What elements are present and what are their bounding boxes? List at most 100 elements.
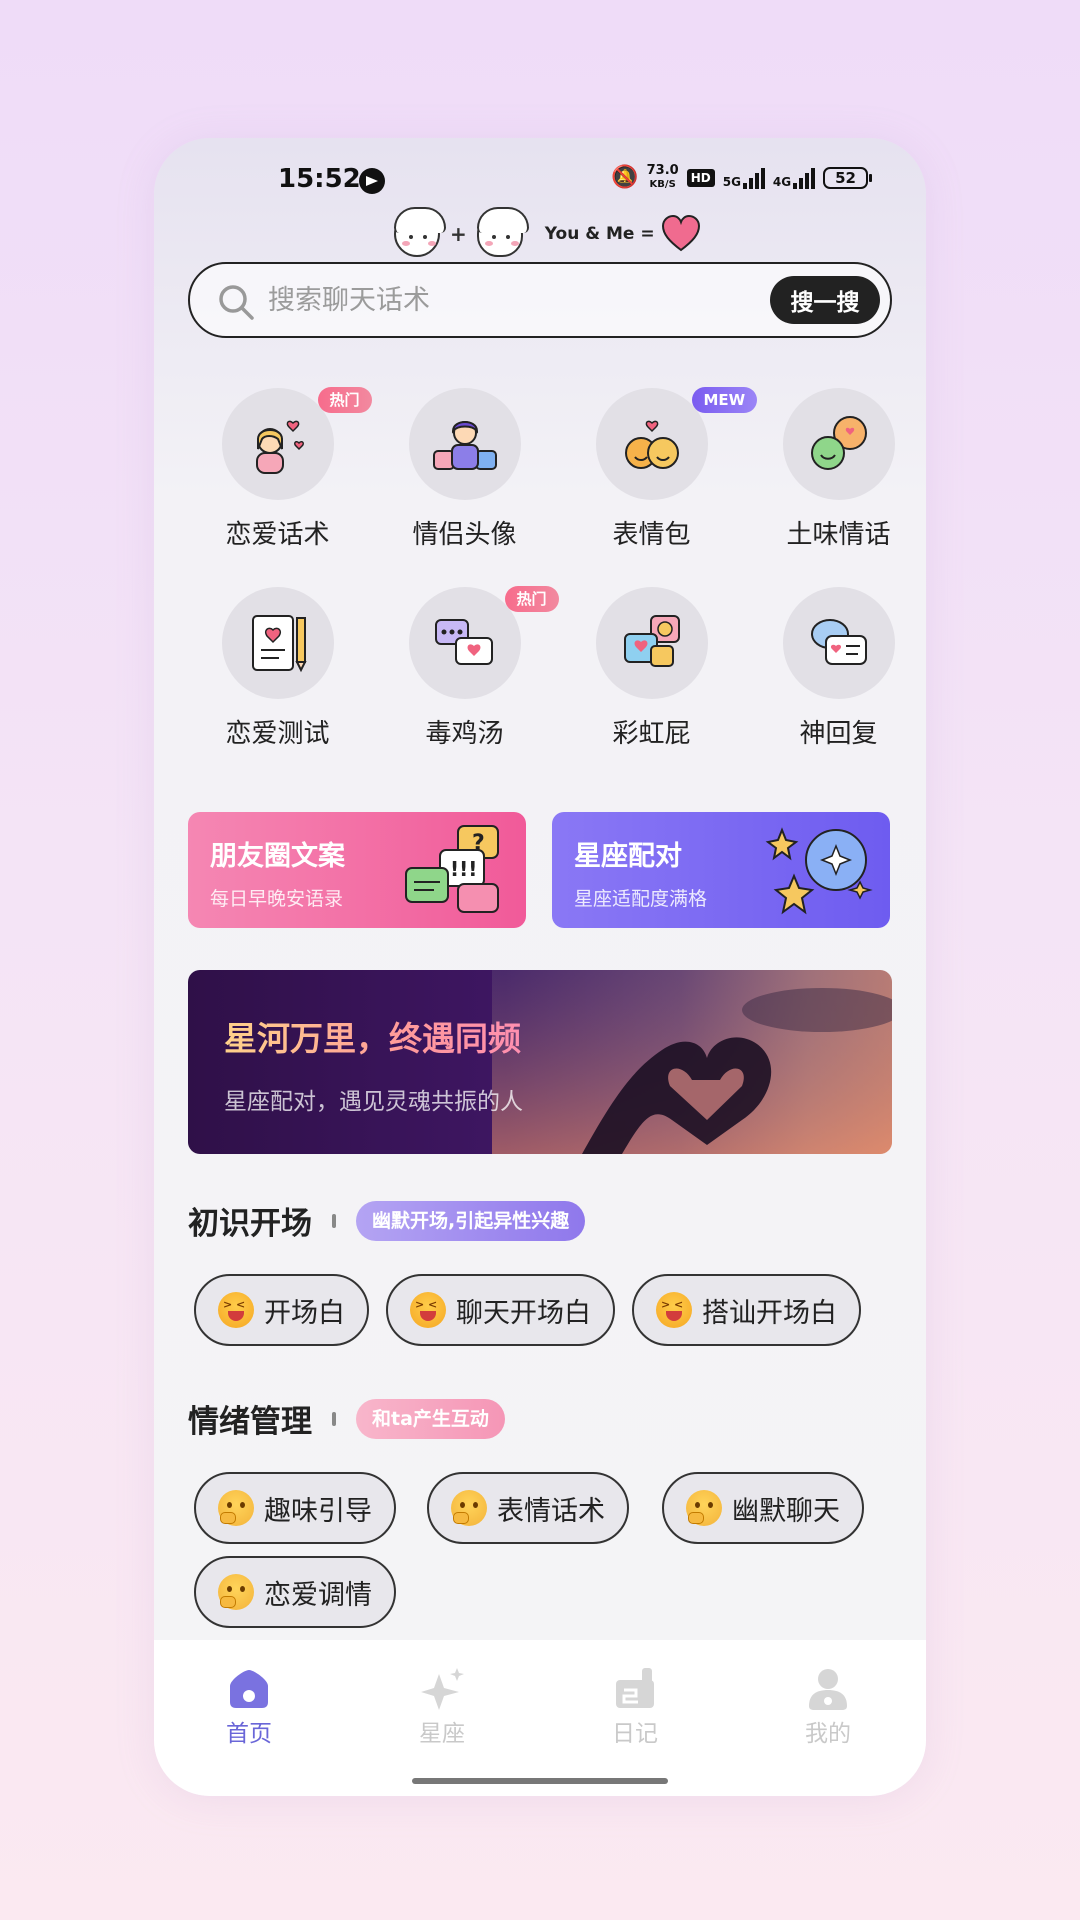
chip-opening-line[interactable]: 开场白 [194, 1274, 369, 1346]
category-grid: 热门 恋爱话术 情侣头像 MEW 表情包 土味情话 恋爱测试 热门 毒鸡汤 彩虹… [184, 387, 926, 750]
telegram-icon [359, 168, 385, 194]
chip-label: 幽默聊天 [732, 1495, 840, 1527]
banner-subtitle: 星座适配度满格 [574, 888, 708, 910]
diary-icon [616, 1668, 654, 1708]
section-divider [332, 1411, 336, 1426]
signal-4g-label: 4G [772, 174, 792, 189]
chip-label: 趣味引导 [264, 1495, 372, 1527]
category-flattery[interactable]: 彩虹屁 [558, 587, 745, 750]
home-indicator[interactable] [412, 1778, 668, 1784]
chip-label: 开场白 [264, 1297, 345, 1329]
tab-zodiac[interactable]: 星座 [382, 1666, 502, 1748]
hero-banner[interactable]: 星河万里，终遇同频 星座配对，遇见灵魂共振的人 [188, 970, 892, 1154]
category-label: 神回复 [799, 719, 878, 749]
tab-label: 首页 [226, 1721, 272, 1747]
section-header-emotion: 情绪管理 和ta产生互动 [188, 1396, 505, 1441]
moments-copy-banner[interactable]: 朋友圈文案 每日早晚安语录 ? !!! [188, 812, 526, 928]
message-heart-icon [434, 619, 493, 665]
chip-chat-opening[interactable]: 聊天开场白 [386, 1274, 615, 1346]
section-header-opening: 初识开场 幽默开场,引起异性兴趣 [188, 1198, 586, 1243]
tab-profile[interactable]: 我的 [768, 1666, 888, 1748]
net-speed-unit: KB/S [649, 179, 676, 190]
zodiac-match-banner[interactable]: 星座配对 星座适配度满格 [552, 812, 890, 928]
tab-diary[interactable]: 日记 [575, 1666, 695, 1748]
search-bar: 搜一搜 [188, 262, 892, 338]
heart-hands-image [492, 970, 892, 1154]
category-label: 情侣头像 [412, 520, 517, 550]
hero-subtitle: 星座配对，遇见灵魂共振的人 [224, 1089, 523, 1115]
boy-face-icon [394, 207, 446, 257]
category-emoji-pack[interactable]: MEW 表情包 [558, 387, 758, 551]
laughing-face-icon [218, 1292, 254, 1328]
laughing-face-icon [410, 1292, 446, 1328]
chip-humor-chat[interactable]: 幽默聊天 [662, 1472, 864, 1544]
search-button[interactable]: 搜一搜 [770, 276, 880, 324]
thinking-face-icon [218, 1574, 254, 1610]
girl-face-icon [476, 207, 529, 257]
search-input[interactable] [268, 280, 728, 320]
category-witty-reply[interactable]: 神回复 [745, 587, 926, 750]
chip-label: 恋爱调情 [264, 1579, 372, 1611]
hot-badge: 热门 [317, 387, 372, 413]
battery-indicator: 52 [823, 166, 872, 189]
category-love-test[interactable]: 恋爱测试 [184, 587, 371, 750]
category-label: 表情包 [612, 520, 691, 550]
couple-avatar-icon [432, 421, 497, 470]
category-label: 毒鸡汤 [425, 719, 504, 749]
net-speed-value: 73.0 [646, 163, 679, 178]
chip-pickup-opening[interactable]: 搭讪开场白 [632, 1274, 861, 1346]
chip-label: 聊天开场白 [456, 1297, 591, 1329]
logo-plus: + [450, 222, 467, 246]
hero-title: 星河万里，终遇同频 [224, 1012, 521, 1060]
user-icon [809, 1669, 847, 1710]
signal-4g-icon: 4G [772, 167, 816, 189]
section-tag: 幽默开场,引起异性兴趣 [356, 1200, 586, 1241]
thinking-face-icon [686, 1490, 722, 1526]
girl-hearts-icon [255, 420, 304, 474]
chip-flirting[interactable]: 恋爱调情 [194, 1556, 396, 1628]
category-label: 彩虹屁 [612, 719, 691, 749]
tab-label: 星座 [419, 1721, 465, 1747]
chip-label: 表情话术 [497, 1495, 605, 1527]
category-label: 恋爱话术 [225, 520, 330, 550]
search-icon [219, 285, 254, 320]
banner-subtitle: 每日早晚安语录 [210, 888, 344, 910]
section-divider [332, 1213, 336, 1228]
category-couple-avatar[interactable]: 情侣头像 [371, 388, 558, 551]
svg-text:!!!: !!! [450, 857, 477, 881]
hd-badge: HD [686, 168, 715, 187]
chip-emoji-talk[interactable]: 表情话术 [427, 1472, 629, 1544]
tab-label: 日记 [612, 1721, 658, 1747]
section-title: 初识开场 [188, 1206, 312, 1242]
notebook-pencil-icon [251, 615, 307, 673]
banner-title: 朋友圈文案 [210, 841, 345, 872]
laughing-face-icon [656, 1292, 692, 1328]
category-cheesy-lines[interactable]: 土味情话 [745, 388, 926, 551]
sparkle-icon [421, 1668, 464, 1710]
heart-icon [661, 214, 700, 252]
mute-bell-icon: 🔕 [611, 165, 639, 190]
category-label: 土味情话 [786, 520, 891, 550]
signal-5g-icon: 5G [723, 167, 765, 189]
thinking-face-icon [451, 1490, 487, 1526]
chat-heart-smile-icon [623, 615, 680, 667]
emoji-faces-icon [624, 420, 679, 469]
section-title: 情绪管理 [188, 1404, 312, 1440]
section-tag: 和ta产生互动 [356, 1398, 505, 1439]
chip-fun-guide[interactable]: 趣味引导 [194, 1472, 396, 1544]
logo-text: You & Me = [544, 224, 655, 244]
net-speed: 73.0 KB/S [647, 164, 679, 191]
chat-bubbles-icon [810, 416, 867, 470]
category-label: 恋爱测试 [225, 719, 330, 749]
app-logo: + You & Me = [394, 207, 701, 260]
category-love-talk[interactable]: 热门 恋爱话术 [184, 387, 372, 551]
status-time: 15:52 [278, 164, 361, 194]
speech-bubbles-question-icon: ? !!! [405, 825, 499, 913]
stars-planet-icon [765, 827, 873, 915]
category-chicken-soup[interactable]: 热门 毒鸡汤 [371, 586, 559, 750]
tab-home[interactable]: 首页 [189, 1666, 309, 1748]
app-screen: 15:52 🔕 73.0 KB/S HD 5G 4G 52 + You & Me… [154, 138, 926, 1796]
tab-label: 我的 [805, 1721, 851, 1747]
home-icon [230, 1670, 268, 1708]
thinking-face-icon [218, 1490, 254, 1526]
